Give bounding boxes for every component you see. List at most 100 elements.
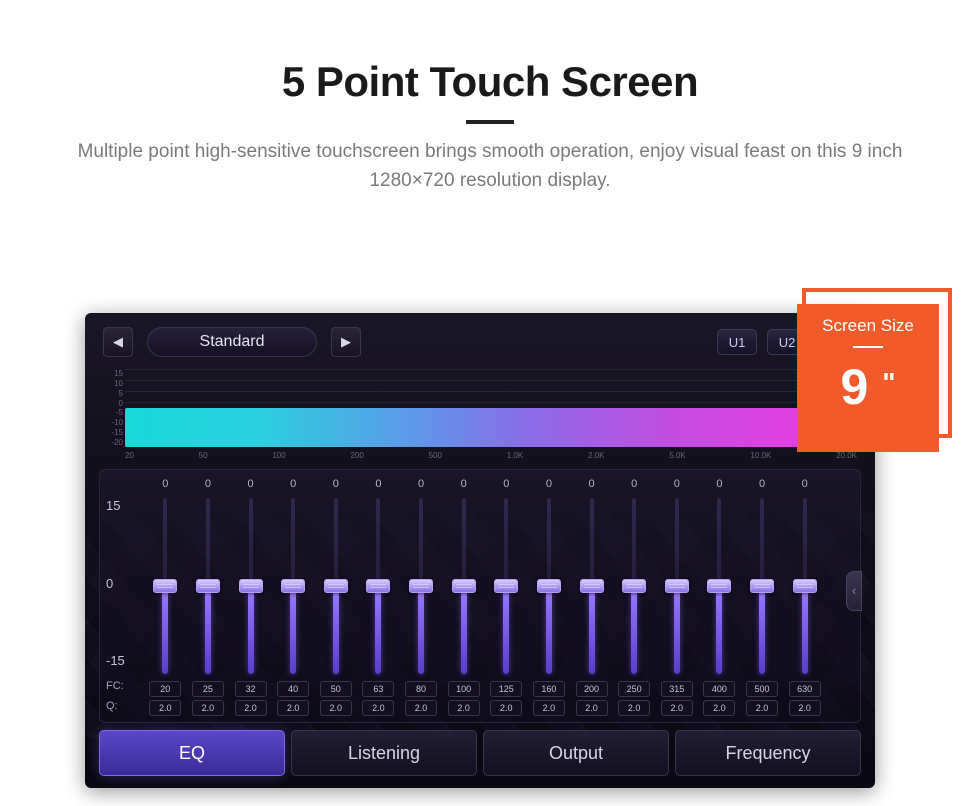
eq-band-value: 0: [205, 478, 211, 494]
eq-slider[interactable]: [291, 498, 295, 674]
eq-slider-knob[interactable]: [665, 579, 689, 593]
eq-slider[interactable]: [163, 498, 167, 674]
eq-y-0: 0: [106, 576, 136, 591]
eq-slider[interactable]: [632, 498, 636, 674]
spectrum-x-ticks: 20501002005001.0K2.0K5.0K10.0K20.0K: [125, 451, 857, 463]
eq-fc-value[interactable]: 160: [533, 681, 565, 697]
eq-fc-value[interactable]: 40: [277, 681, 309, 697]
eq-slider[interactable]: [590, 498, 594, 674]
eq-band-1: 0 25 2.0: [187, 476, 230, 716]
eq-slider[interactable]: [419, 498, 423, 674]
eq-slider[interactable]: [462, 498, 466, 674]
eq-q-value[interactable]: 2.0: [405, 700, 437, 716]
eq-slider[interactable]: [675, 498, 679, 674]
spectrum-y-tick: 0: [103, 399, 123, 408]
eq-slider[interactable]: [249, 498, 253, 674]
eq-fc-value[interactable]: 315: [661, 681, 693, 697]
eq-sliders: 0202.0 0 25 2.0 0 32 2.0 0 40 2.0 0 50 2.0 0 63 2.0 0 80 2…: [144, 476, 826, 716]
eq-band-value: 0: [418, 478, 424, 494]
eq-band-2: 0 32 2.0: [229, 476, 272, 716]
eq-q-value[interactable]: 2.0: [362, 700, 394, 716]
eq-band-12: 03152.0: [656, 476, 699, 716]
tab-eq[interactable]: EQ: [99, 730, 285, 776]
eq-slider-knob[interactable]: [239, 579, 263, 593]
eq-fc-value[interactable]: 500: [746, 681, 778, 697]
eq-q-value[interactable]: 2.0: [490, 700, 522, 716]
eq-q-value[interactable]: 2.0: [533, 700, 565, 716]
eq-slider[interactable]: [376, 498, 380, 674]
preset-prev-button[interactable]: ◀: [103, 327, 133, 357]
eq-q-value[interactable]: 2.0: [320, 700, 352, 716]
eq-slider-knob[interactable]: [750, 579, 774, 593]
eq-band-0: 0202.0: [144, 476, 187, 716]
eq-slider[interactable]: [334, 498, 338, 674]
eq-fc-value[interactable]: 20: [149, 681, 181, 697]
eq-fc-value[interactable]: 200: [576, 681, 608, 697]
eq-slider-knob[interactable]: [153, 579, 177, 593]
eq-slider-fill: [205, 586, 211, 674]
eq-q-value[interactable]: 2.0: [746, 700, 778, 716]
eq-slider-knob[interactable]: [622, 579, 646, 593]
eq-slider[interactable]: [803, 498, 807, 674]
eq-fc-value[interactable]: 32: [235, 681, 267, 697]
eq-slider-knob[interactable]: [580, 579, 604, 593]
eq-q-value[interactable]: 2.0: [277, 700, 309, 716]
eq-slider[interactable]: [504, 498, 508, 674]
eq-slider[interactable]: [717, 498, 721, 674]
eq-band-15: 06302.0: [783, 476, 826, 716]
eq-band-value: 0: [759, 478, 765, 494]
eq-slider-knob[interactable]: [196, 579, 220, 593]
eq-fc-value[interactable]: 400: [703, 681, 735, 697]
eq-slider-knob[interactable]: [494, 579, 518, 593]
eq-fc-value[interactable]: 50: [320, 681, 352, 697]
eq-slider-knob[interactable]: [793, 579, 817, 593]
eq-fc-value[interactable]: 125: [490, 681, 522, 697]
eq-q-value[interactable]: 2.0: [448, 700, 480, 716]
eq-slider-fill: [802, 586, 808, 674]
eq-fc-value[interactable]: 100: [448, 681, 480, 697]
eq-slider-knob[interactable]: [452, 579, 476, 593]
side-drawer-handle[interactable]: ‹: [846, 571, 862, 611]
tab-frequency[interactable]: Frequency: [675, 730, 861, 776]
eq-q-value[interactable]: 2.0: [789, 700, 821, 716]
eq-slider-fill: [162, 586, 168, 674]
eq-slider-knob[interactable]: [366, 579, 390, 593]
eq-slider[interactable]: [547, 498, 551, 674]
eq-q-value[interactable]: 2.0: [576, 700, 608, 716]
eq-band-value: 0: [631, 478, 637, 494]
eq-slider-knob[interactable]: [281, 579, 305, 593]
eq-slider-knob[interactable]: [409, 579, 433, 593]
eq-band-value: 0: [716, 478, 722, 494]
eq-q-value[interactable]: 2.0: [192, 700, 224, 716]
eq-fc-value[interactable]: 25: [192, 681, 224, 697]
preset-next-button[interactable]: ▶: [331, 327, 361, 357]
triangle-left-icon: ◀: [113, 334, 123, 350]
user-preset-1-button[interactable]: U1: [717, 329, 757, 355]
eq-fc-value[interactable]: 630: [789, 681, 821, 697]
eq-slider-fill: [375, 586, 381, 674]
tab-listening[interactable]: Listening: [291, 730, 477, 776]
eq-slider-knob[interactable]: [324, 579, 348, 593]
eq-slider-fill: [333, 586, 339, 674]
spectrum-x-tick: 20: [125, 451, 134, 463]
spectrum-y-tick: -15: [103, 428, 123, 437]
eq-band-value: 0: [248, 478, 254, 494]
eq-q-value[interactable]: 2.0: [235, 700, 267, 716]
eq-slider-fill: [589, 586, 595, 674]
badge-label: Screen Size: [797, 316, 939, 336]
eq-slider-knob[interactable]: [537, 579, 561, 593]
eq-q-value[interactable]: 2.0: [703, 700, 735, 716]
eq-slider-knob[interactable]: [707, 579, 731, 593]
eq-fc-value[interactable]: 80: [405, 681, 437, 697]
eq-slider[interactable]: [760, 498, 764, 674]
preset-name[interactable]: Standard: [147, 327, 317, 357]
eq-q-value[interactable]: 2.0: [618, 700, 650, 716]
spectrum-x-tick: 100: [272, 451, 285, 463]
spectrum-y-tick: 5: [103, 389, 123, 398]
tab-output[interactable]: Output: [483, 730, 669, 776]
eq-fc-value[interactable]: 250: [618, 681, 650, 697]
eq-q-value[interactable]: 2.0: [661, 700, 693, 716]
eq-q-value[interactable]: 2.0: [149, 700, 181, 716]
eq-slider[interactable]: [206, 498, 210, 674]
eq-fc-value[interactable]: 63: [362, 681, 394, 697]
